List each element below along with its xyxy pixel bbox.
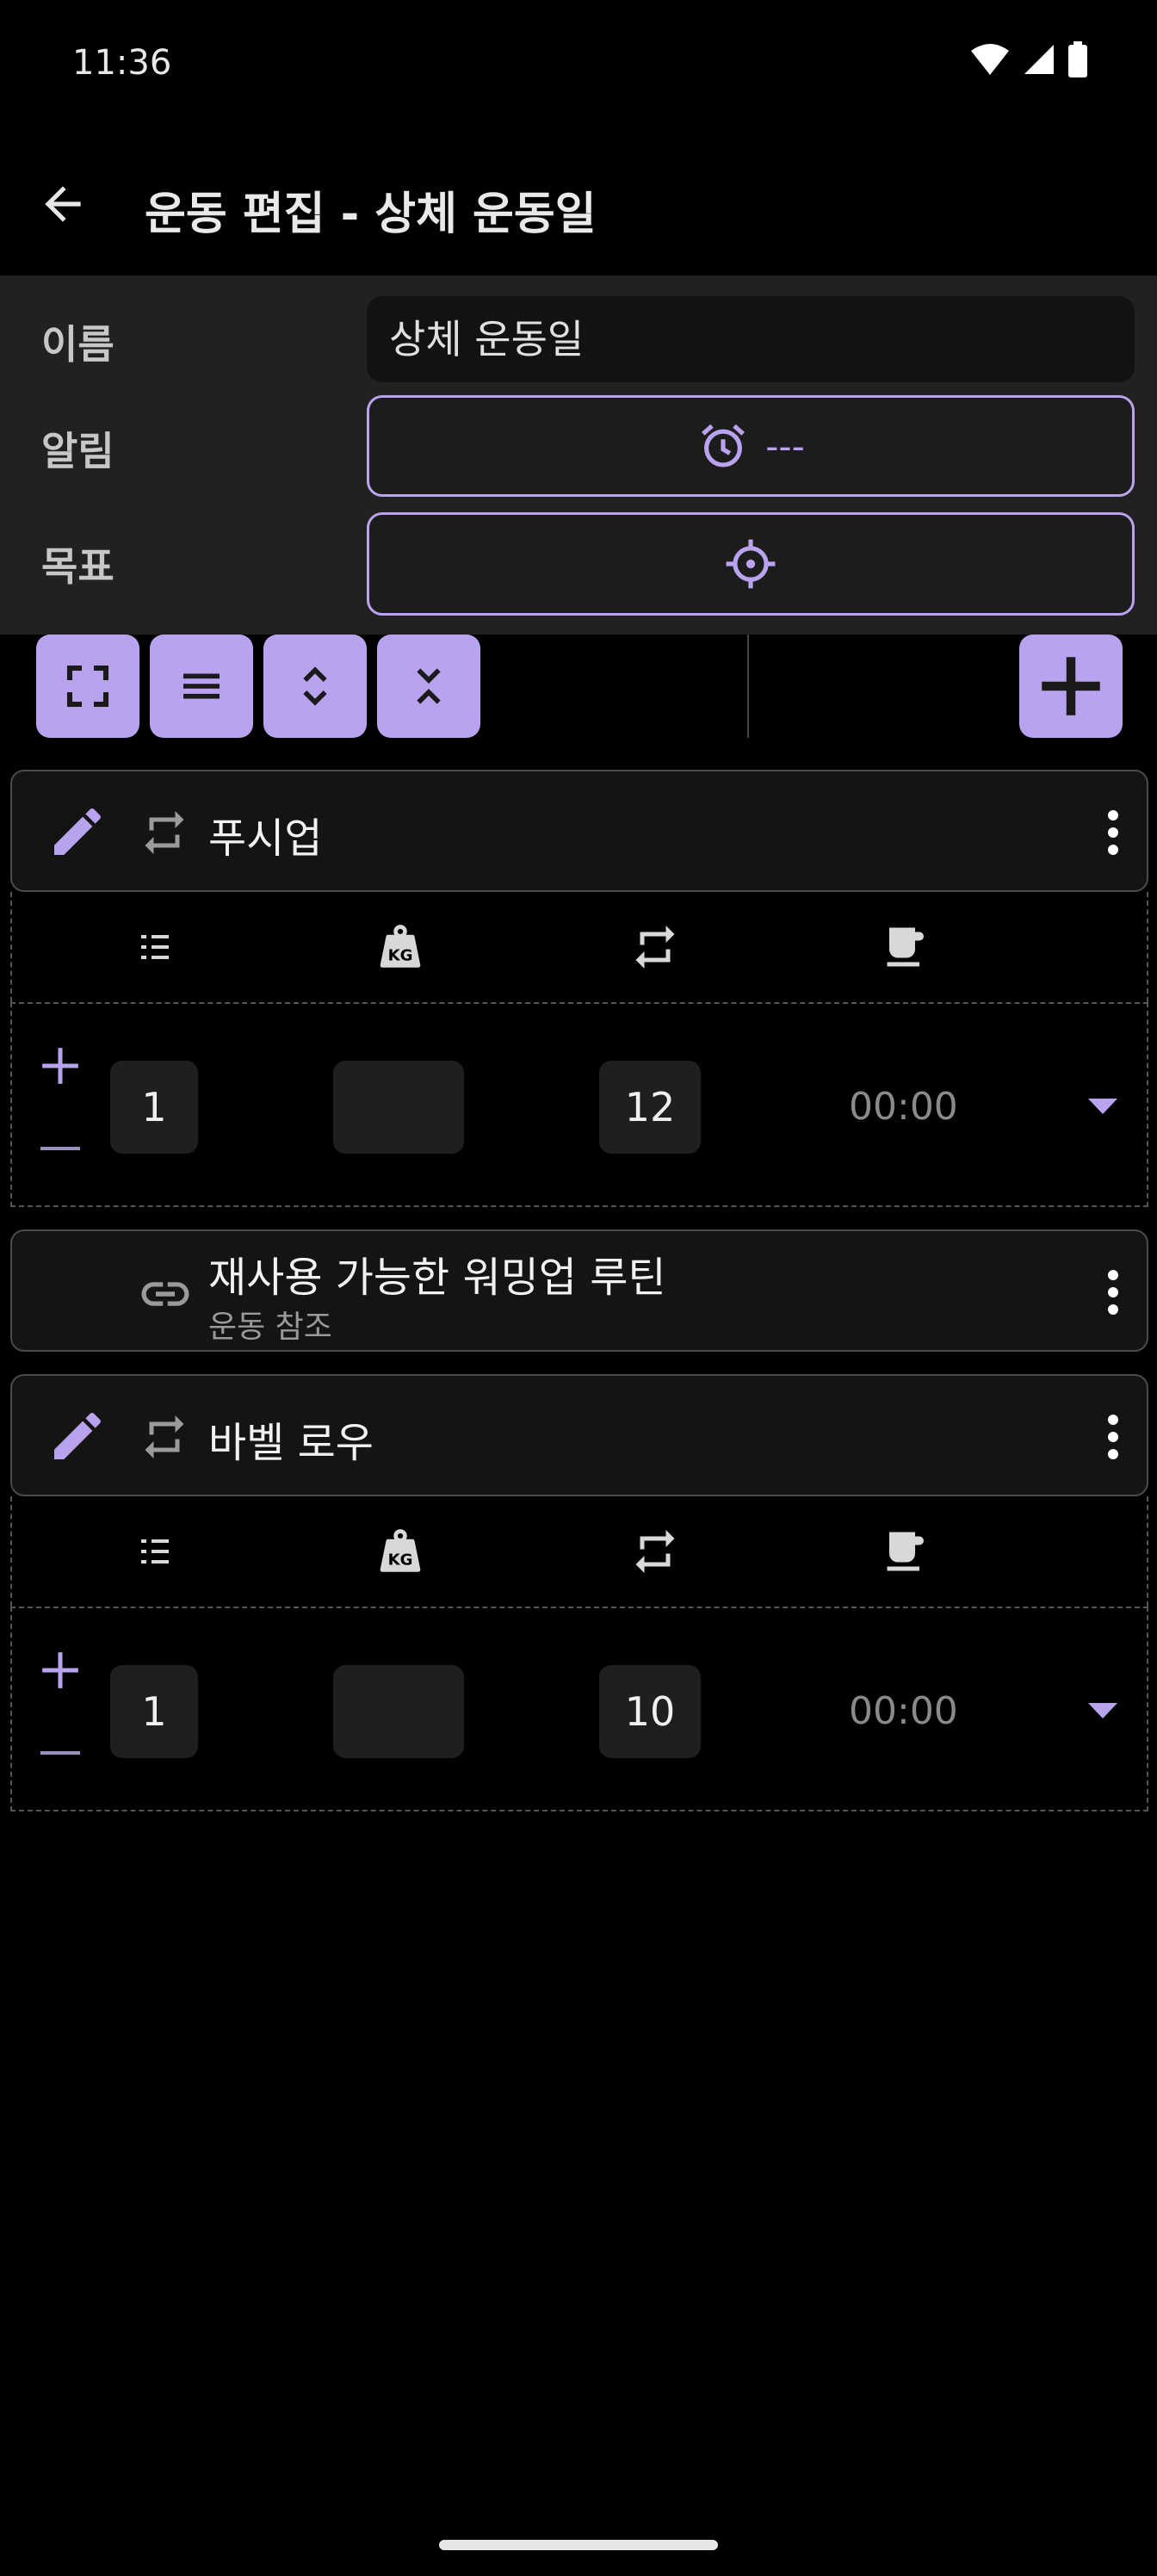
unfold-less-icon [417, 668, 441, 704]
more-vert-icon [1108, 810, 1118, 855]
list-view-button[interactable] [150, 635, 253, 738]
exercise-name: 푸시업 [208, 814, 323, 863]
set-number-icon [129, 921, 181, 973]
weight-icon: KG [370, 920, 430, 975]
reps-icon [625, 920, 685, 975]
fullscreen-button[interactable] [36, 635, 139, 738]
add-set-button[interactable] [34, 1644, 86, 1696]
minus-icon [40, 1147, 80, 1150]
set-number-field[interactable]: 1 [110, 1665, 198, 1758]
exercise-subtitle: 운동 참조 [208, 1310, 332, 1345]
exercise-name: 재사용 가능한 워밍업 루틴 [208, 1254, 666, 1302]
rest-cup-icon [876, 920, 937, 975]
routine-form: 이름 상체 운동일 알림 --- 목표 [0, 276, 1157, 635]
expand-set-button[interactable] [1081, 1689, 1124, 1732]
remove-set-button[interactable] [34, 1736, 86, 1770]
expand-set-button[interactable] [1081, 1085, 1124, 1128]
set-row: 1 10 00:00 [10, 1607, 1148, 1811]
more-options-button[interactable] [1092, 802, 1135, 863]
pencil-icon [54, 808, 101, 855]
fullscreen-icon [66, 665, 109, 708]
remove-set-button[interactable] [34, 1131, 86, 1166]
status-icons [969, 41, 1088, 77]
weight-field[interactable] [333, 1061, 464, 1154]
page-title: 운동 편집 - 상체 운동일 [145, 189, 597, 240]
set-column-header: KG [10, 1496, 1148, 1607]
toolbar [0, 635, 1157, 738]
menu-lines-icon [183, 673, 220, 699]
repeat-icon [134, 1407, 195, 1467]
name-input[interactable]: 상체 운동일 [367, 296, 1135, 382]
add-set-button[interactable] [34, 1040, 86, 1092]
add-exercise-button[interactable] [1019, 635, 1123, 738]
status-bar: 11:36 [0, 0, 1157, 129]
edit-button[interactable] [43, 1402, 112, 1471]
cellular-icon [1024, 45, 1054, 74]
wifi-icon [971, 44, 1009, 75]
svg-text:KG: KG [388, 947, 413, 965]
rest-time[interactable]: 00:00 [849, 1689, 958, 1733]
svg-text:KG: KG [388, 1551, 413, 1570]
arrow-back-icon [45, 186, 81, 222]
reps-field[interactable]: 12 [599, 1061, 701, 1154]
alarm-label: 알림 [41, 428, 114, 474]
toolbar-divider [747, 635, 749, 738]
plus-icon [1042, 657, 1100, 715]
weight-field[interactable] [333, 1665, 464, 1758]
reps-field[interactable]: 10 [599, 1665, 701, 1758]
expand-all-button[interactable] [263, 635, 367, 738]
set-number-icon [129, 1526, 181, 1577]
rest-cup-icon [876, 1524, 937, 1579]
battery-icon [1068, 41, 1087, 77]
minus-icon [40, 1751, 80, 1755]
home-indicator[interactable] [439, 2540, 718, 2550]
plus-icon [42, 1652, 78, 1688]
set-row: 1 12 00:00 [10, 1002, 1148, 1207]
rest-time[interactable]: 00:00 [849, 1085, 958, 1129]
set-column-header: KG [10, 892, 1148, 1002]
set-number-field[interactable]: 1 [110, 1061, 198, 1154]
name-label: 이름 [41, 321, 114, 368]
crosshair-icon [726, 539, 776, 589]
edit-button[interactable] [43, 797, 112, 866]
alarm-value: --- [765, 424, 805, 468]
alarm-clock-icon [702, 424, 746, 468]
more-vert-icon [1108, 1415, 1118, 1459]
back-button[interactable] [33, 174, 93, 234]
exercise-name: 바벨 로우 [208, 1419, 374, 1467]
more-vert-icon [1108, 1270, 1118, 1315]
weight-icon: KG [370, 1524, 430, 1579]
exercise-card[interactable]: 푸시업 [10, 770, 1148, 892]
collapse-all-button[interactable] [377, 635, 480, 738]
target-label: 목표 [41, 543, 114, 590]
exercise-card[interactable]: 바벨 로우 [10, 1374, 1148, 1496]
plus-icon [42, 1048, 78, 1084]
unfold-more-icon [303, 666, 327, 706]
reps-icon [625, 1524, 685, 1579]
arrow-drop-down-icon [1088, 1703, 1117, 1718]
exercise-reference-card[interactable]: 재사용 가능한 워밍업 루틴 운동 참조 [10, 1229, 1148, 1352]
link-icon [131, 1264, 200, 1324]
pencil-icon [54, 1412, 101, 1459]
more-options-button[interactable] [1092, 1262, 1135, 1322]
alarm-button[interactable]: --- [367, 395, 1135, 497]
target-button[interactable] [367, 512, 1135, 616]
repeat-icon [134, 802, 195, 863]
status-time: 11:36 [72, 43, 172, 83]
more-options-button[interactable] [1092, 1407, 1135, 1467]
app-bar: 운동 편집 - 상체 운동일 [0, 129, 1157, 276]
arrow-drop-down-icon [1088, 1099, 1117, 1114]
